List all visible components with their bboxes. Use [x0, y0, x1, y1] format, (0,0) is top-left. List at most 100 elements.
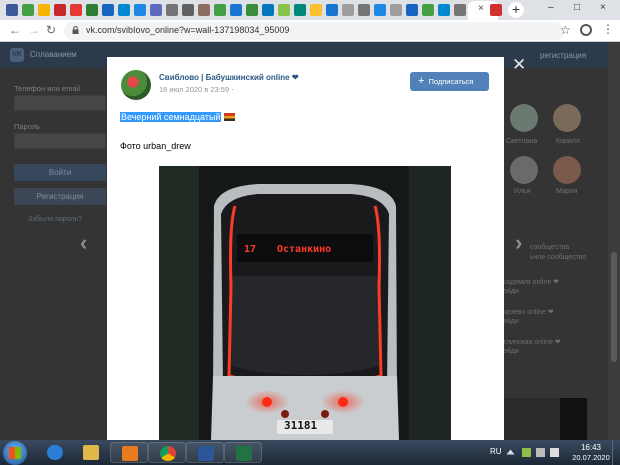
tab-favicon[interactable] — [326, 4, 338, 16]
vk-logo-icon[interactable]: VK — [10, 48, 24, 62]
tab-favicon[interactable] — [134, 4, 146, 16]
community-name[interactable]: Свиблово | Бабушкинский online — [159, 73, 290, 82]
language-indicator[interactable]: RU — [490, 447, 502, 456]
back-icon[interactable]: ← — [9, 23, 21, 37]
menu-kebab-icon[interactable]: ⋮ — [602, 22, 614, 36]
start-button[interactable] — [3, 441, 27, 465]
pin-icon: ⋅ — [231, 85, 234, 94]
tab-favicon[interactable] — [70, 4, 82, 16]
sidebar-line[interactable]: кадемия online ❤ — [503, 278, 559, 286]
tab-favicon[interactable] — [246, 4, 258, 16]
friend-avatar[interactable] — [510, 156, 538, 184]
tab-favicon[interactable] — [422, 4, 434, 16]
tab-favicon[interactable] — [118, 4, 130, 16]
subscribe-button[interactable]: + Подписаться — [410, 72, 489, 91]
taskbar-media-player[interactable] — [110, 442, 148, 463]
sidebar-line[interactable]: ейди — [503, 288, 519, 295]
password-input[interactable] — [14, 133, 106, 149]
community-name-link[interactable]: Свиблово | Бабушкинский online ❤ — [159, 73, 299, 82]
tab-favicon[interactable] — [390, 4, 402, 16]
sidebar-line[interactable]: ирзево online ❤ — [503, 308, 554, 316]
tab-favicon[interactable] — [490, 4, 502, 16]
tab-favicon[interactable] — [54, 4, 66, 16]
network-icon[interactable] — [536, 448, 545, 457]
tab-facebook[interactable] — [6, 4, 18, 16]
taskbar-ie[interactable] — [36, 442, 74, 463]
bookmark-star-icon[interactable]: ☆ — [560, 23, 571, 37]
tab-favicon[interactable] — [38, 4, 50, 16]
tram-photo-illustration — [159, 166, 451, 440]
tab-favicon[interactable] — [166, 4, 178, 16]
tab-favicon[interactable] — [86, 4, 98, 16]
media-player-icon — [122, 446, 138, 461]
friend-name[interactable]: Светлана — [506, 138, 537, 145]
word-icon — [198, 446, 214, 461]
taskbar-explorer[interactable] — [72, 442, 110, 463]
friend-name[interactable]: Мария — [556, 188, 577, 195]
friend-avatar[interactable] — [553, 104, 581, 132]
taskbar-excel[interactable] — [224, 442, 262, 463]
friend-avatar[interactable] — [510, 104, 538, 132]
tab-favicon[interactable] — [102, 4, 114, 16]
forgot-password-link[interactable]: Забыли пароль? — [28, 216, 82, 223]
tab-favicon[interactable] — [342, 4, 354, 16]
reload-icon[interactable]: ↻ — [46, 23, 56, 37]
sidebar-video-thumbnail[interactable] — [503, 398, 587, 440]
tab-favicon[interactable] — [406, 4, 418, 16]
taskbar-word[interactable] — [186, 442, 224, 463]
tab-favicon[interactable] — [358, 4, 370, 16]
forward-icon[interactable]: → — [28, 23, 40, 37]
tab-favicon[interactable] — [294, 4, 306, 16]
address-bar[interactable]: vk.com/svibIovo_online?w=wall-137198034_… — [64, 22, 564, 40]
tab-favicon[interactable] — [22, 4, 34, 16]
clock-date[interactable]: 20.07.2020 — [571, 453, 611, 462]
excel-icon — [236, 446, 252, 461]
friend-name[interactable]: Илья — [514, 188, 531, 195]
tab-favicon[interactable] — [454, 4, 466, 16]
new-tab-button[interactable]: + — [508, 2, 524, 18]
tab-favicon[interactable] — [310, 4, 322, 16]
tab-favicon[interactable] — [230, 4, 242, 16]
tab-favicon[interactable] — [278, 4, 290, 16]
close-modal-button[interactable]: ✕ — [512, 55, 526, 75]
post-modal: Свиблово | Бабушкинский online ❤ 16 июл … — [107, 57, 504, 440]
tab-favicon[interactable] — [198, 4, 210, 16]
prev-post-arrow[interactable]: ‹ — [80, 230, 87, 256]
tray-expand-icon[interactable] — [506, 449, 515, 455]
tab-favicon[interactable] — [262, 4, 274, 16]
minimize-button[interactable]: – — [548, 2, 554, 13]
post-photo[interactable]: 17 Останкино 31181 — [159, 166, 451, 440]
post-date-text[interactable]: 16 июл 2020 в 23:59 — [159, 85, 229, 94]
page-scrollbar[interactable] — [608, 42, 620, 440]
post-title: Вечерний семнадцатый — [120, 112, 236, 122]
taskbar-chrome[interactable] — [148, 442, 186, 463]
window-close-button[interactable]: × — [600, 2, 606, 13]
sidebar-line[interactable]: сообщества — [530, 244, 569, 251]
clock-time[interactable]: 16:43 — [571, 443, 611, 452]
next-post-arrow[interactable]: › — [515, 230, 522, 256]
sidebar-line[interactable]: ейди — [503, 318, 519, 325]
sidebar-line[interactable]: тлинская online ❤ — [503, 338, 561, 346]
close-tab-icon[interactable]: × — [478, 3, 484, 14]
tray-app-icon[interactable] — [522, 448, 531, 457]
tab-favicon[interactable] — [150, 4, 162, 16]
volume-icon[interactable] — [550, 448, 559, 457]
phone-input[interactable] — [14, 95, 106, 111]
sidebar-line[interactable]: ейди — [503, 348, 519, 355]
tab-favicon[interactable] — [438, 4, 450, 16]
vk-header-name[interactable]: Сплаванием — [30, 50, 77, 59]
tab-favicon[interactable] — [214, 4, 226, 16]
show-desktop-button[interactable] — [612, 440, 620, 465]
login-button[interactable]: Войти — [14, 164, 106, 181]
friend-name[interactable]: Кирилл — [556, 138, 580, 145]
profile-icon[interactable] — [580, 24, 592, 36]
register-button[interactable]: Регистрация — [14, 188, 106, 205]
register-link[interactable]: регистрация — [540, 51, 586, 60]
url-text[interactable]: vk.com/svibIovo_online?w=wall-137198034_… — [86, 25, 289, 35]
friend-avatar[interactable] — [553, 156, 581, 184]
maximize-button[interactable]: □ — [574, 2, 580, 13]
tab-favicon[interactable] — [374, 4, 386, 16]
community-avatar[interactable] — [121, 70, 151, 100]
sidebar-line[interactable]: ьное сообщество — [530, 254, 586, 261]
tab-favicon[interactable] — [182, 4, 194, 16]
